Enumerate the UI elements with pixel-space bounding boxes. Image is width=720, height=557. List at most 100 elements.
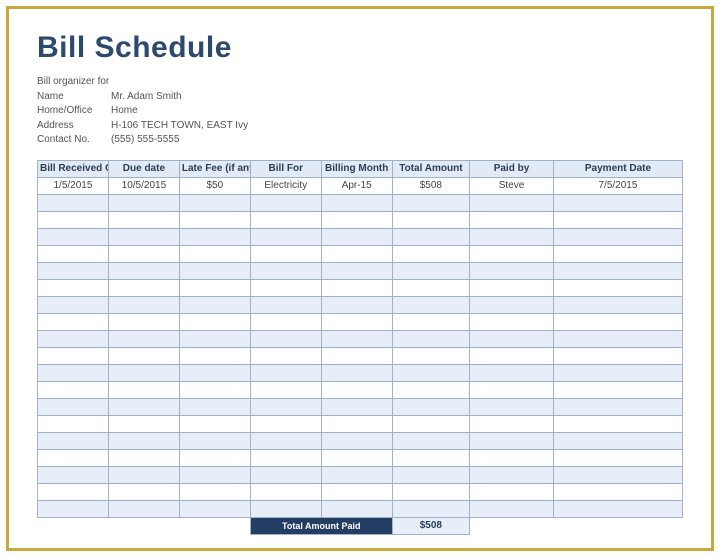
cell-received <box>38 415 109 432</box>
total-label: Total Amount Paid <box>250 517 392 534</box>
cell-latefee <box>179 194 250 211</box>
table-row <box>38 245 683 262</box>
cell-due <box>108 483 179 500</box>
table-row <box>38 415 683 432</box>
cell-due <box>108 449 179 466</box>
cell-paydate <box>553 398 682 415</box>
name-value: Mr. Adam Smith <box>111 90 182 105</box>
cell-paydate <box>553 449 682 466</box>
cell-paidby <box>470 398 554 415</box>
cell-paydate <box>553 347 682 364</box>
cell-month <box>321 313 392 330</box>
cell-due <box>108 398 179 415</box>
cell-latefee <box>179 398 250 415</box>
cell-latefee <box>179 500 250 517</box>
cell-total <box>392 194 469 211</box>
cell-paydate <box>553 466 682 483</box>
cell-paydate <box>553 296 682 313</box>
cell-latefee: $50 <box>179 177 250 194</box>
cell-latefee <box>179 279 250 296</box>
cell-received <box>38 245 109 262</box>
cell-paidby <box>470 347 554 364</box>
cell-paydate <box>553 381 682 398</box>
cell-month <box>321 381 392 398</box>
cell-total <box>392 245 469 262</box>
cell-total <box>392 449 469 466</box>
cell-latefee <box>179 364 250 381</box>
cell-due <box>108 432 179 449</box>
cell-paidby <box>470 296 554 313</box>
cell-paidby <box>470 483 554 500</box>
cell-received <box>38 313 109 330</box>
total-value: $508 <box>392 517 469 534</box>
homeoffice-value: Home <box>111 104 138 119</box>
cell-due <box>108 330 179 347</box>
cell-received <box>38 364 109 381</box>
cell-month <box>321 194 392 211</box>
cell-billfor <box>250 449 321 466</box>
cell-total: $508 <box>392 177 469 194</box>
cell-billfor <box>250 211 321 228</box>
cell-month <box>321 262 392 279</box>
cell-paydate <box>553 228 682 245</box>
cell-due: 10/5/2015 <box>108 177 179 194</box>
cell-total <box>392 228 469 245</box>
cell-latefee <box>179 313 250 330</box>
cell-paidby <box>470 449 554 466</box>
cell-received <box>38 262 109 279</box>
cell-billfor <box>250 279 321 296</box>
cell-total <box>392 364 469 381</box>
cell-paidby <box>470 415 554 432</box>
contact-value: (555) 555-5555 <box>111 133 179 148</box>
header-paidby: Paid by <box>470 160 554 177</box>
cell-received <box>38 228 109 245</box>
address-label: Address <box>37 119 111 134</box>
table-row <box>38 211 683 228</box>
header-billfor: Bill For <box>250 160 321 177</box>
cell-received <box>38 449 109 466</box>
cell-billfor <box>250 500 321 517</box>
cell-received: 1/5/2015 <box>38 177 109 194</box>
cell-total <box>392 296 469 313</box>
cell-latefee <box>179 466 250 483</box>
cell-paidby <box>470 211 554 228</box>
cell-total <box>392 415 469 432</box>
cell-due <box>108 194 179 211</box>
cell-month: Apr-15 <box>321 177 392 194</box>
cell-latefee <box>179 262 250 279</box>
cell-billfor <box>250 381 321 398</box>
cell-paydate <box>553 211 682 228</box>
cell-due <box>108 313 179 330</box>
cell-received <box>38 398 109 415</box>
cell-month <box>321 245 392 262</box>
cell-billfor <box>250 313 321 330</box>
cell-billfor <box>250 347 321 364</box>
cell-paidby <box>470 279 554 296</box>
table-row <box>38 313 683 330</box>
cell-month <box>321 364 392 381</box>
table-row <box>38 330 683 347</box>
cell-latefee <box>179 211 250 228</box>
cell-billfor <box>250 228 321 245</box>
table-row <box>38 194 683 211</box>
cell-received <box>38 347 109 364</box>
cell-billfor <box>250 296 321 313</box>
cell-billfor <box>250 483 321 500</box>
cell-paydate <box>553 415 682 432</box>
cell-paydate <box>553 483 682 500</box>
cell-latefee <box>179 228 250 245</box>
bill-schedule-table: Bill Received On Due date Late Fee (if a… <box>37 160 683 535</box>
cell-total <box>392 432 469 449</box>
table-row <box>38 364 683 381</box>
cell-total <box>392 483 469 500</box>
name-label: Name <box>37 90 111 105</box>
cell-paidby <box>470 194 554 211</box>
header-latefee: Late Fee (if any) <box>179 160 250 177</box>
table-row <box>38 347 683 364</box>
cell-paidby <box>470 432 554 449</box>
cell-total <box>392 211 469 228</box>
cell-total <box>392 330 469 347</box>
cell-received <box>38 381 109 398</box>
cell-billfor <box>250 245 321 262</box>
total-row: Total Amount Paid $508 <box>38 517 683 534</box>
